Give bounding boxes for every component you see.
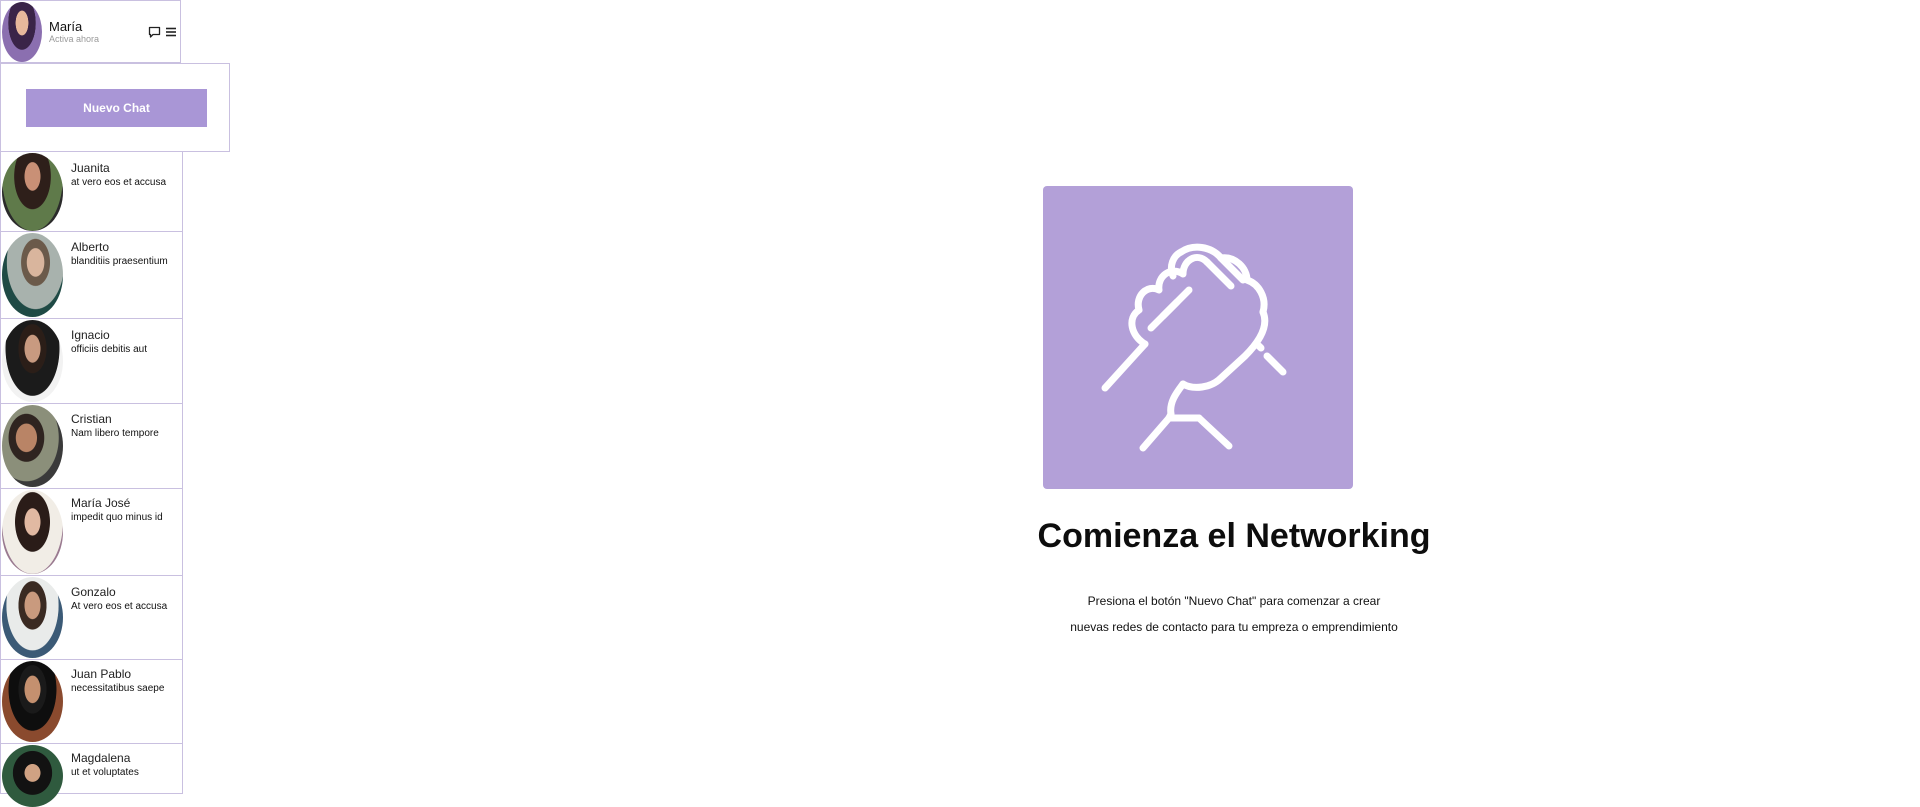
contact-item[interactable]: Ignacio officiis debitis aut	[0, 319, 183, 404]
new-chat-button[interactable]: Nuevo Chat	[26, 89, 207, 127]
profile-name: María	[49, 19, 83, 34]
avatar	[2, 233, 63, 317]
contact-message: officiis debitis aut	[71, 344, 147, 355]
contact-message: Nam libero tempore	[71, 428, 159, 439]
contact-item[interactable]: Magdalena ut et voluptates	[0, 744, 183, 807]
contact-name: Magdalena	[71, 751, 131, 765]
contact-message: necessitatibus saepe	[71, 683, 165, 694]
avatar	[2, 153, 63, 231]
contact-item[interactable]: Juan Pablo necessitatibus saepe	[0, 660, 183, 744]
avatar	[2, 490, 63, 574]
contact-item[interactable]: María José impedit quo minus id	[0, 489, 183, 576]
chat-bubble-icon[interactable]	[148, 26, 161, 39]
contact-name: Gonzalo	[71, 585, 116, 599]
avatar	[2, 320, 63, 402]
handshake-icon	[1101, 243, 1287, 452]
contact-item[interactable]: Gonzalo At vero eos et accusa	[0, 576, 183, 660]
contact-name: María José	[71, 496, 131, 510]
header-icons	[148, 24, 178, 40]
empty-state-line-1: Presiona el botón "Nuevo Chat" para come…	[1087, 594, 1381, 608]
contact-item[interactable]: Alberto blanditiis praesentium	[0, 232, 183, 319]
contact-name: Alberto	[71, 240, 110, 254]
profile-status: Activa ahora	[49, 34, 100, 44]
contact-name: Juan Pablo	[71, 667, 132, 681]
contact-name: Cristian	[71, 412, 112, 426]
empty-state-line-2: nuevas redes de contacto para tu empreza…	[1070, 620, 1398, 634]
avatar[interactable]	[2, 2, 42, 62]
sidebar: María Activa ahora Nuevo Chat Juanita at…	[0, 0, 230, 807]
contact-message: impedit quo minus id	[71, 512, 163, 523]
new-chat-panel: Nuevo Chat	[0, 63, 230, 152]
contact-item[interactable]: Juanita at vero eos et accusa	[0, 152, 183, 232]
contact-message: At vero eos et accusa	[71, 601, 168, 612]
contact-message: at vero eos et accusa	[71, 177, 167, 188]
main-panel: Comienza el Networking Presiona el botón…	[182, 0, 1920, 794]
empty-state-title: Comienza el Networking	[1037, 517, 1431, 555]
profile-header: María Activa ahora	[0, 0, 181, 63]
avatar	[2, 405, 63, 487]
contact-name: Juanita	[71, 161, 110, 175]
avatar	[2, 745, 63, 807]
contact-item[interactable]: Cristian Nam libero tempore	[0, 404, 183, 489]
avatar	[2, 661, 63, 742]
contact-message: blanditiis praesentium	[71, 256, 168, 267]
hero-tile	[1043, 186, 1353, 489]
avatar	[2, 577, 63, 658]
menu-icon[interactable]	[165, 26, 177, 38]
contact-message: ut et voluptates	[71, 767, 139, 778]
contact-name: Ignacio	[71, 328, 110, 342]
